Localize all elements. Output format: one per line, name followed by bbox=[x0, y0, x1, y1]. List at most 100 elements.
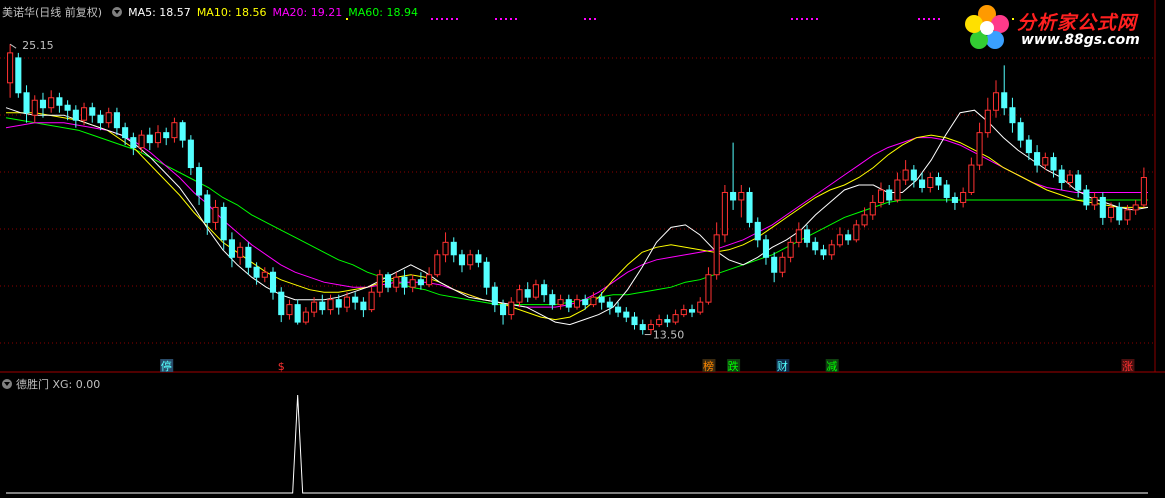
candle-body bbox=[1017, 122, 1024, 141]
candle-body bbox=[927, 177, 934, 188]
candle-body bbox=[992, 92, 1000, 111]
candle-body bbox=[590, 296, 597, 306]
candle-body bbox=[97, 114, 104, 124]
stock-chart[interactable]: 25.15 13.50 停 $ 榜跌 财 减 涨 bbox=[0, 0, 1165, 498]
candle-body bbox=[450, 241, 457, 256]
candle-body bbox=[836, 234, 843, 246]
signal-dot bbox=[594, 18, 596, 20]
candle-body bbox=[7, 52, 14, 84]
logo-url: www.88gs.com bbox=[1021, 32, 1140, 48]
signal-dot bbox=[933, 18, 935, 20]
candle-body bbox=[606, 301, 613, 308]
candle-body bbox=[615, 306, 622, 313]
candle-body bbox=[278, 291, 285, 316]
candle-body bbox=[1001, 92, 1008, 109]
candle-body bbox=[664, 319, 671, 323]
candle-body bbox=[598, 296, 605, 303]
candle-body bbox=[754, 221, 761, 241]
signal-dot bbox=[811, 18, 813, 20]
candle-body bbox=[113, 112, 120, 129]
candle-body bbox=[524, 289, 531, 298]
candle-body bbox=[212, 206, 219, 223]
signal-dot bbox=[436, 18, 438, 20]
candle-body bbox=[294, 304, 301, 323]
signal-dot bbox=[505, 18, 507, 20]
candle-body bbox=[64, 104, 71, 111]
candle-body bbox=[179, 122, 186, 141]
signal-dot bbox=[816, 18, 818, 20]
candle-body bbox=[894, 179, 901, 201]
candle-body bbox=[302, 311, 309, 323]
candle-body bbox=[762, 239, 770, 258]
candle-body bbox=[1132, 204, 1139, 211]
candle-body bbox=[902, 169, 909, 181]
candle-body bbox=[910, 169, 917, 181]
candle-body bbox=[261, 271, 268, 278]
candle-body bbox=[376, 274, 383, 293]
candle-body bbox=[795, 229, 802, 243]
candle-body bbox=[81, 107, 88, 121]
indicator-name[interactable]: 德胜门 bbox=[16, 378, 49, 391]
candle-body bbox=[56, 97, 63, 106]
signal-dot bbox=[791, 18, 793, 20]
candle-body bbox=[458, 254, 466, 266]
candle-body bbox=[384, 274, 392, 288]
candle-body bbox=[779, 256, 786, 273]
candle-body bbox=[500, 304, 507, 316]
candle-body bbox=[393, 276, 400, 288]
candle-body bbox=[771, 256, 778, 273]
candle-body bbox=[1034, 152, 1041, 166]
chevron-down-icon[interactable] bbox=[112, 7, 123, 17]
candle-body bbox=[1124, 209, 1131, 221]
signal-dot bbox=[918, 18, 920, 20]
candle-body bbox=[1050, 157, 1057, 171]
candle-body bbox=[253, 266, 260, 278]
candle-body bbox=[705, 274, 712, 303]
candle-body bbox=[960, 191, 967, 203]
candle-body bbox=[730, 191, 737, 201]
candle-body bbox=[228, 239, 235, 258]
candle-body bbox=[713, 234, 720, 276]
candle-body bbox=[516, 289, 523, 303]
candle-body bbox=[787, 241, 794, 258]
event-marker: 减 bbox=[826, 360, 837, 373]
candle-body bbox=[688, 309, 696, 313]
candle-body bbox=[122, 127, 129, 139]
chevron-down-icon[interactable] bbox=[2, 379, 12, 389]
xg-signal-line bbox=[6, 394, 1148, 494]
candle-body bbox=[565, 299, 572, 308]
candle-body bbox=[1042, 157, 1049, 166]
ma60-label: MA60: 18.94 bbox=[348, 6, 418, 19]
candle-body bbox=[187, 139, 194, 169]
signal-dot bbox=[515, 18, 517, 20]
min-price-label: 13.50 bbox=[653, 329, 685, 342]
candle-body bbox=[72, 109, 79, 121]
candle-body bbox=[138, 134, 145, 149]
signal-dot bbox=[431, 18, 433, 20]
candle-body bbox=[237, 246, 244, 258]
event-marker: 财 bbox=[777, 359, 788, 373]
candle-body bbox=[319, 301, 326, 311]
candle-body bbox=[631, 316, 638, 326]
candle-body bbox=[877, 189, 885, 203]
candle-body bbox=[803, 229, 811, 243]
event-marker: 涨 bbox=[1122, 360, 1133, 373]
signal-dot bbox=[446, 18, 448, 20]
candle-body bbox=[89, 107, 96, 116]
candle-body bbox=[146, 134, 153, 144]
candle-body bbox=[401, 276, 408, 288]
candlesticks bbox=[7, 44, 1147, 335]
candle-body bbox=[360, 301, 367, 311]
candle-body bbox=[935, 177, 942, 186]
candle-body bbox=[861, 214, 868, 226]
candle-body bbox=[286, 304, 293, 316]
stock-title[interactable]: 美诺华(日线 前复权) bbox=[2, 6, 102, 19]
candle-body bbox=[820, 249, 827, 256]
logo-title: 分析家公式网 bbox=[1017, 12, 1138, 34]
candle-body bbox=[417, 279, 424, 286]
candle-body bbox=[828, 244, 835, 256]
candle-body bbox=[483, 261, 490, 288]
candle-body bbox=[1099, 196, 1106, 218]
candle-body bbox=[943, 184, 950, 198]
candle-body bbox=[951, 196, 958, 203]
